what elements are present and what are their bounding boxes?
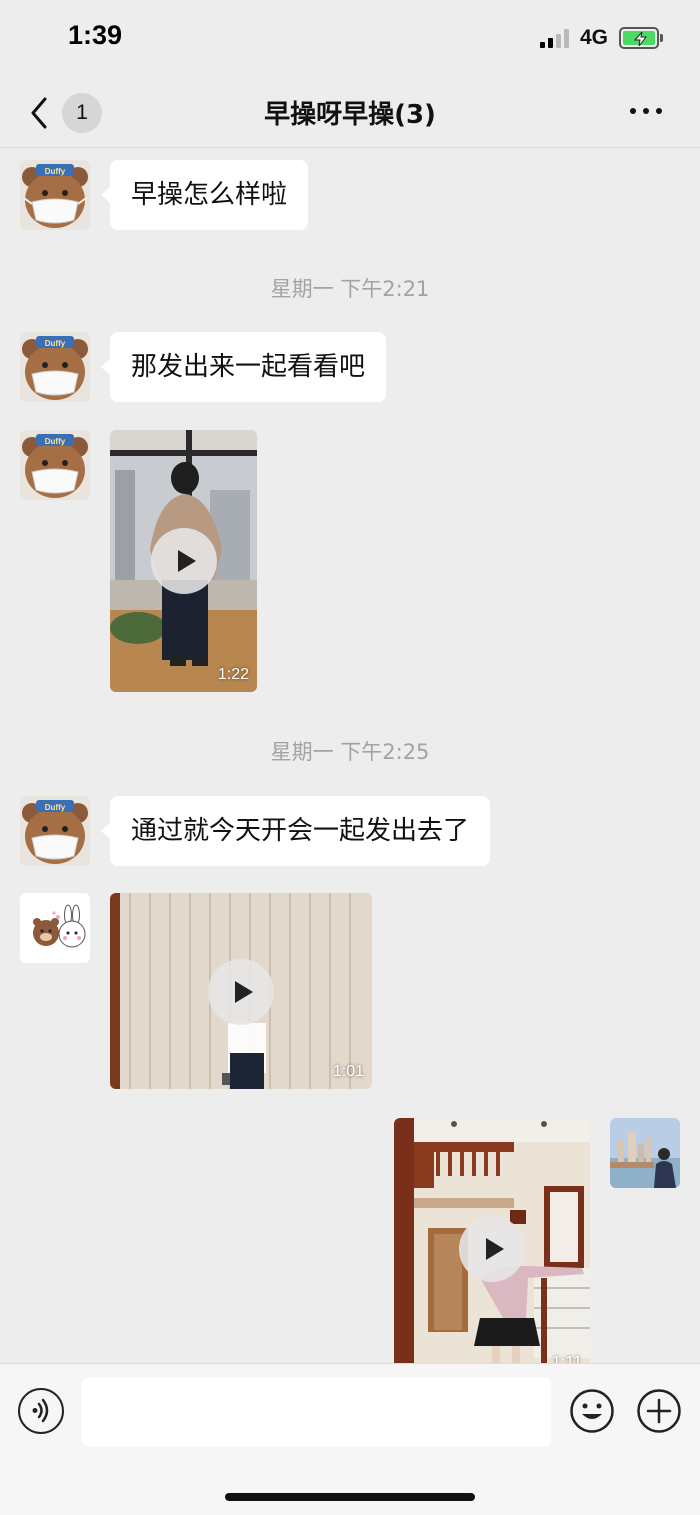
avatar-bear[interactable]: Duffy [20, 796, 90, 866]
chat-title: 早操呀早操(3) [264, 100, 436, 130]
more-icon[interactable] [630, 108, 662, 114]
video-duration: 1:11 [552, 1354, 582, 1363]
timestamp: 星期一 下午2:21 [270, 277, 430, 301]
play-icon[interactable] [208, 959, 274, 1025]
video-message[interactable]: 1:01 [110, 893, 372, 1089]
play-icon[interactable] [151, 528, 217, 594]
charging-icon [633, 32, 648, 46]
video-message[interactable]: 1:22 [110, 430, 257, 692]
signal-icon [540, 28, 569, 48]
chat-header: 1 早操呀早操(3) [0, 78, 700, 148]
plus-icon[interactable] [636, 1388, 682, 1434]
svg-text:Duffy: Duffy [45, 339, 66, 348]
message-input[interactable] [82, 1378, 551, 1446]
message-bubble[interactable]: 早操怎么样啦 [100, 160, 309, 230]
message-bubble[interactable]: 通过就今天开会一起发出去了 [100, 796, 491, 866]
emoji-icon[interactable] [569, 1388, 615, 1434]
battery-cap [660, 34, 663, 42]
avatar-self[interactable] [610, 1118, 680, 1188]
battery-icon [619, 27, 659, 49]
video-duration: 1:01 [332, 1063, 364, 1080]
video-message[interactable]: 1:11 [394, 1118, 590, 1363]
network-label: 4G [580, 26, 609, 49]
home-indicator[interactable] [225, 1493, 475, 1501]
status-time: 1:39 [68, 20, 123, 50]
voice-icon[interactable] [18, 1388, 64, 1434]
message-bubble[interactable]: 那发出来一起看看吧 [100, 332, 387, 402]
avatar-bear[interactable]: Duffy [20, 430, 90, 500]
video-duration: 1:22 [217, 666, 249, 683]
play-icon[interactable] [459, 1216, 525, 1282]
svg-text:Duffy: Duffy [45, 803, 66, 812]
status-bar: 1:39 4G [0, 0, 700, 78]
avatar-brown-cony[interactable] [20, 893, 90, 963]
avatar-bear[interactable]: Duffy [20, 332, 90, 402]
avatar-bear[interactable]: Duffy [20, 160, 90, 230]
svg-text:Duffy: Duffy [45, 167, 66, 176]
timestamp: 星期一 下午2:25 [270, 740, 430, 764]
svg-text:Duffy: Duffy [45, 437, 66, 446]
